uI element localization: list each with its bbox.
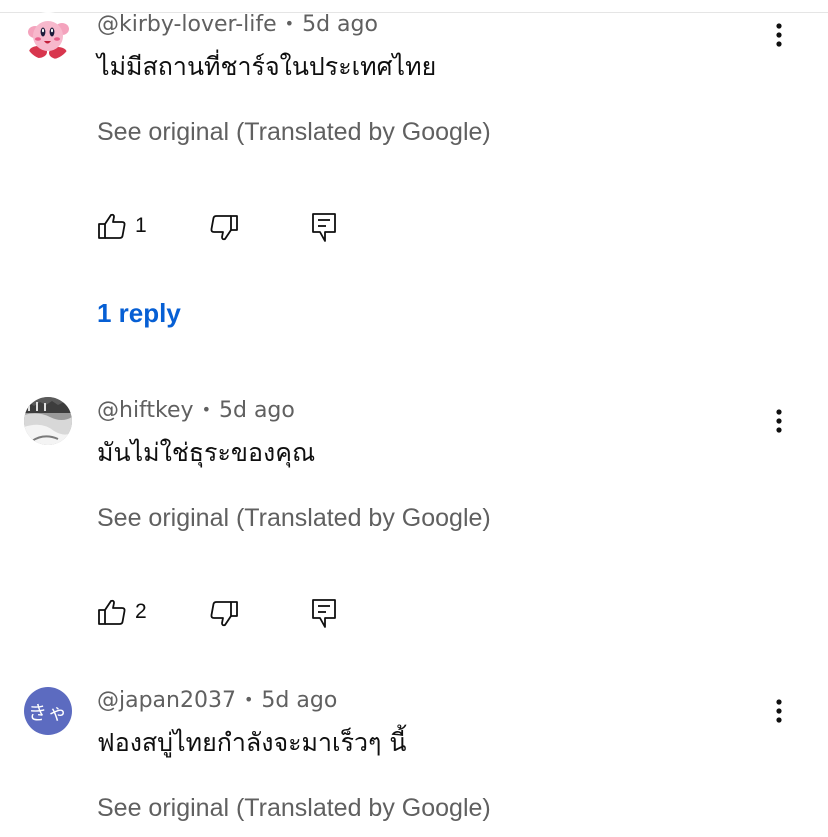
reply-button[interactable] (311, 598, 337, 630)
comment-text: ฟองสบู่ไทยกำลังจะมาเร็วๆ นี้ (97, 728, 407, 757)
thumbs-up-icon (98, 213, 126, 239)
thumbs-down-icon (210, 215, 238, 241)
like-count: 2 (135, 600, 147, 623)
avatar[interactable] (24, 12, 72, 60)
avatar[interactable]: きゃ (24, 687, 72, 735)
more-vert-icon (776, 409, 782, 433)
timestamp: 5d ago (219, 398, 295, 423)
more-vert-icon (776, 699, 782, 723)
photo-avatar-image (24, 397, 72, 445)
separator-dot: • (243, 690, 254, 709)
see-original-link[interactable]: See original (Translated by Google) (97, 501, 491, 535)
dislike-button[interactable] (209, 599, 239, 629)
reply-icon (312, 599, 336, 628)
reply-button[interactable] (311, 212, 337, 244)
thumbs-down-icon (210, 601, 238, 627)
like-button[interactable]: 2 (97, 597, 147, 627)
timestamp: 5d ago (302, 12, 378, 37)
comment-meta: @japan2037 • 5d ago (97, 686, 337, 715)
view-replies-link[interactable]: 1 reply (97, 296, 181, 330)
avatar[interactable] (24, 397, 72, 445)
comment-text: ไม่มีสถานที่ชาร์จในประเทศไทย (97, 52, 437, 81)
comment-text: มันไม่ใช่ธุระของคุณ (97, 438, 316, 467)
reply-icon (312, 213, 336, 242)
author-handle[interactable]: @japan2037 (97, 688, 236, 713)
comment-meta: @hiftkey • 5d ago (97, 396, 295, 425)
like-button[interactable]: 1 (97, 211, 147, 241)
more-vert-icon (776, 23, 782, 47)
like-count: 1 (135, 214, 147, 237)
author-handle[interactable]: @hiftkey (97, 398, 194, 423)
see-original-link[interactable]: See original (Translated by Google) (97, 791, 491, 825)
separator-dot: • (201, 400, 211, 419)
kirby-avatar-image (24, 12, 72, 60)
thumbs-up-icon (98, 599, 126, 625)
see-original-link[interactable]: See original (Translated by Google) (97, 115, 491, 149)
avatar-initials: きゃ (27, 701, 68, 724)
more-options-button[interactable] (764, 15, 794, 55)
author-handle[interactable]: @kirby-lover-life (97, 12, 277, 37)
dislike-button[interactable] (209, 213, 239, 243)
more-options-button[interactable] (764, 691, 794, 731)
more-options-button[interactable] (764, 401, 794, 441)
timestamp: 5d ago (261, 688, 338, 713)
separator-dot: • (284, 14, 295, 33)
comment-meta: @kirby-lover-life • 5d ago (97, 10, 378, 39)
